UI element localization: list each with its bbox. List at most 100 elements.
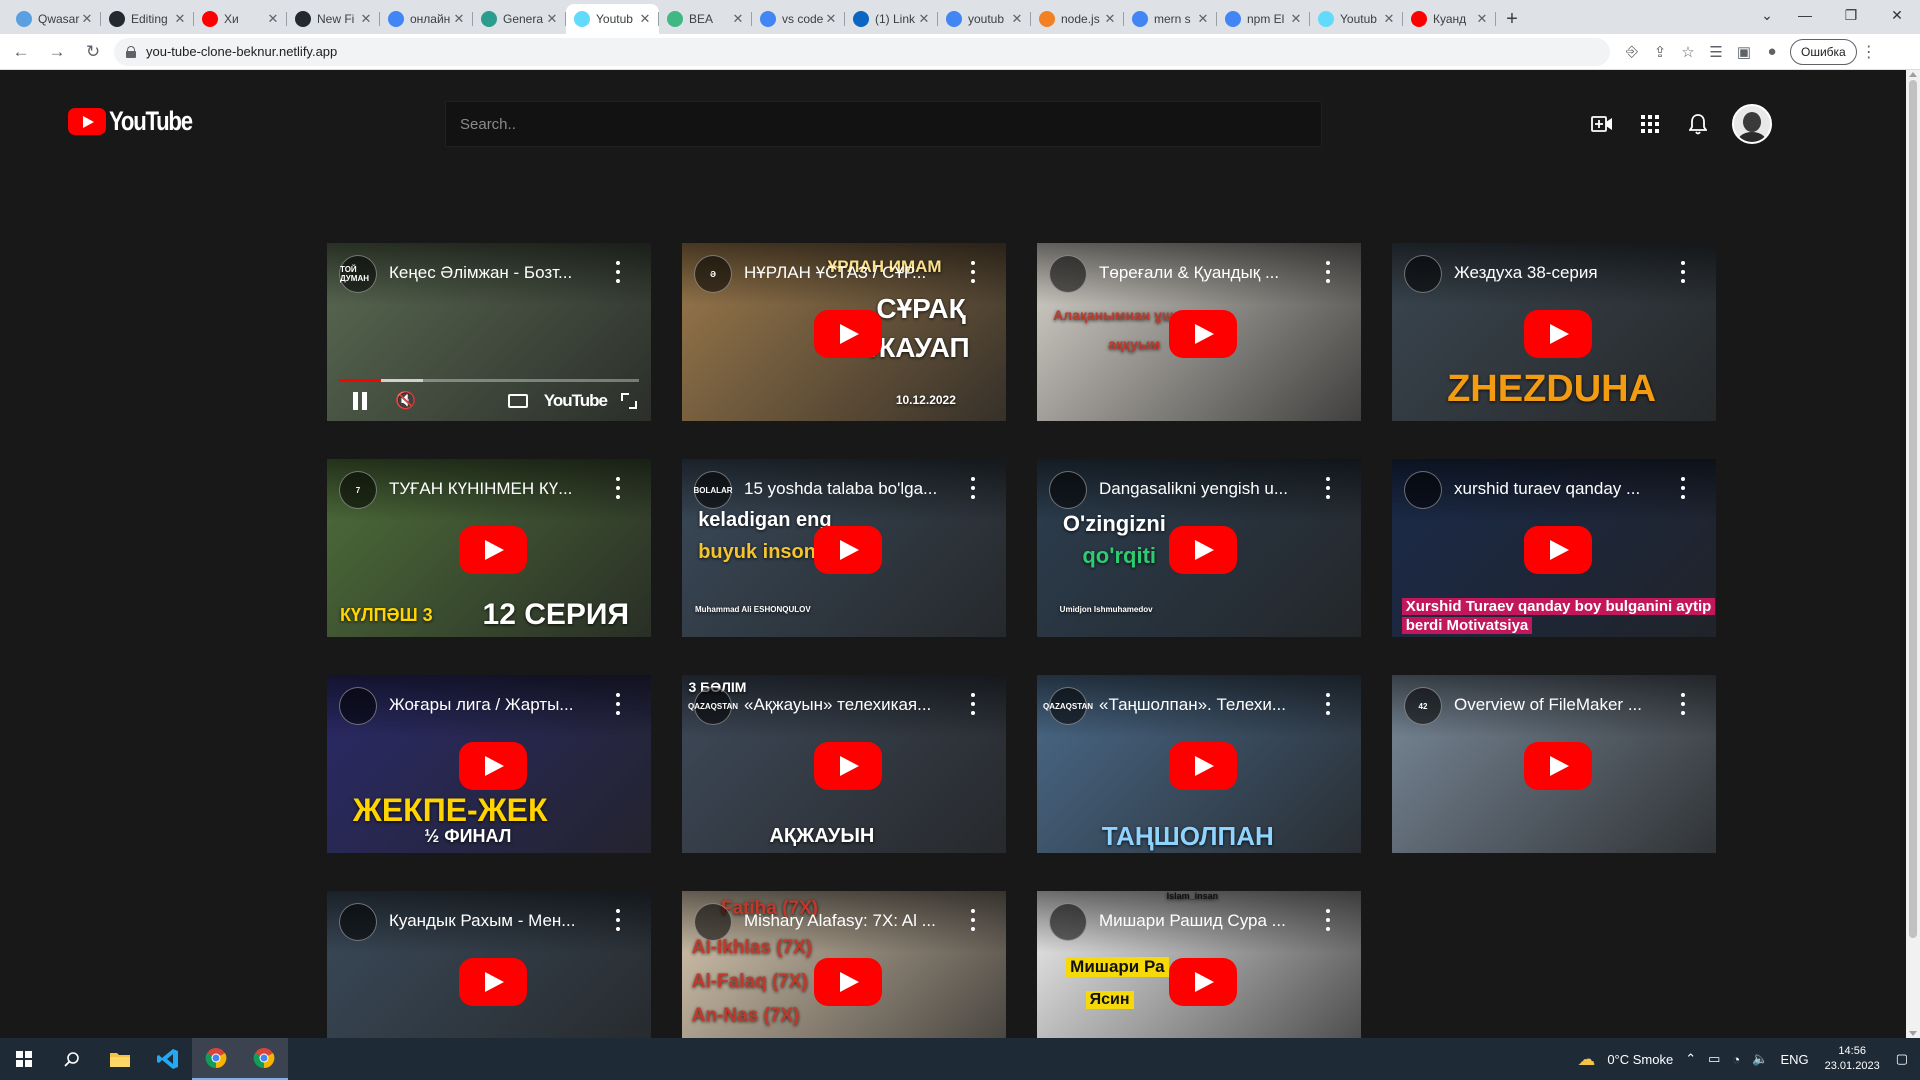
close-tab-icon[interactable]: ✕: [267, 11, 279, 27]
video-title[interactable]: Mishary Alafasy: 7X: Al ...: [744, 911, 954, 931]
more-options-icon[interactable]: [1325, 693, 1331, 715]
channel-avatar[interactable]: QAZAQSTAN: [1043, 687, 1093, 725]
video-title[interactable]: НҰРЛАН ҰСТАЗ / СҰР...: [744, 263, 954, 283]
video-card[interactable]: Xurshid Turaev qanday boy bulganini ayti…: [1392, 459, 1716, 637]
channel-avatar[interactable]: [1404, 471, 1442, 509]
browser-tab[interactable]: онлайн ✕: [380, 4, 473, 34]
play-button-icon[interactable]: [1524, 742, 1592, 790]
address-bar[interactable]: you-tube-clone-beknur.netlify.app: [114, 37, 1610, 66]
video-card[interactable]: 42 Overview of FileMaker ...: [1392, 675, 1716, 853]
play-button-icon[interactable]: [814, 526, 882, 574]
pause-icon[interactable]: [353, 392, 367, 410]
play-button-icon[interactable]: [459, 958, 527, 1006]
scroll-down-arrow-icon[interactable]: [1909, 1031, 1917, 1036]
browser-tab[interactable]: Editing ✕: [101, 4, 194, 34]
apps-grid-icon[interactable]: [1628, 102, 1672, 146]
more-options-icon[interactable]: [615, 477, 621, 499]
new-tab-button[interactable]: +: [1496, 4, 1528, 34]
subtitles-icon[interactable]: [507, 394, 528, 408]
file-explorer-icon[interactable]: [96, 1038, 144, 1080]
video-title[interactable]: Dangasalikni yengish u...: [1099, 479, 1309, 499]
video-title[interactable]: Жездуха 38-серия: [1454, 263, 1664, 283]
close-tab-icon[interactable]: ✕: [1476, 11, 1488, 27]
play-button-icon[interactable]: [814, 310, 882, 358]
browser-tab[interactable]: (1) Link ✕: [845, 4, 938, 34]
back-icon[interactable]: ←: [6, 37, 36, 67]
video-card[interactable]: Мишари Ра Ясин Islam_insan Мишари Рашид Сур…: [1037, 891, 1361, 1038]
video-card[interactable]: ЖЕКПЕ-ЖЕК ½ ФИНАЛ Жоғары лига / Жарты...: [327, 675, 651, 853]
lock-icon[interactable]: [126, 45, 136, 58]
close-tab-icon[interactable]: ✕: [174, 11, 186, 27]
search-input[interactable]: [445, 101, 1322, 147]
more-options-icon[interactable]: [970, 477, 976, 499]
create-video-icon[interactable]: [1580, 102, 1624, 146]
video-card[interactable]: ТАҢШОЛПАН QAZAQSTAN «Таңшолпан». Телехи...: [1037, 675, 1361, 853]
page-scrollbar[interactable]: [1906, 70, 1920, 1038]
video-card[interactable]: keladigan eng buyuk inson Muhammad Ali ESH…: [682, 459, 1006, 637]
channel-avatar[interactable]: 7: [339, 471, 377, 509]
video-card[interactable]: Алақанымнан ұшқан аққуым Төреғали & Қуанды…: [1037, 243, 1361, 421]
close-tab-icon[interactable]: ✕: [732, 11, 744, 27]
tray-overflow-icon[interactable]: ⌃: [1685, 1051, 1696, 1067]
play-button-icon[interactable]: [1524, 310, 1592, 358]
video-card[interactable]: ҰРЛАН ИМАМ СҰРАҚ ЖАУАП 10.12.2022 Ə НҰРЛАН ҰС…: [682, 243, 1006, 421]
notification-center-icon[interactable]: ▢: [1896, 1051, 1908, 1067]
browser-tab[interactable]: Youtub ✕: [566, 4, 659, 34]
close-tab-icon[interactable]: ✕: [1011, 11, 1023, 27]
restore-icon[interactable]: ❐: [1828, 0, 1874, 30]
weather-icon[interactable]: ☁: [1577, 1049, 1595, 1070]
video-title[interactable]: 15 yoshda talaba bo'lga...: [744, 479, 954, 499]
video-card[interactable]: 3 БӨЛІМ АҚЖАУЫН QAZAQSTAN «Ақжауын» телехик…: [682, 675, 1006, 853]
browser-tab[interactable]: ВЕА ✕: [659, 4, 752, 34]
vscode-icon[interactable]: [144, 1038, 192, 1080]
play-button-icon[interactable]: [1169, 958, 1237, 1006]
video-title[interactable]: «Таңшолпан». Телехи...: [1099, 695, 1309, 715]
more-options-icon[interactable]: [1680, 261, 1686, 283]
channel-avatar[interactable]: [339, 687, 377, 725]
more-options-icon[interactable]: [970, 261, 976, 283]
close-tab-icon[interactable]: ✕: [1197, 11, 1209, 27]
more-options-icon[interactable]: [615, 693, 621, 715]
update-error-button[interactable]: Ошибка: [1790, 38, 1857, 65]
windows-start-icon[interactable]: [0, 1038, 48, 1080]
browser-menu-icon[interactable]: ⋮: [1857, 42, 1881, 62]
browser-tab[interactable]: vs code ✕: [752, 4, 845, 34]
close-tab-icon[interactable]: ✕: [1383, 11, 1395, 27]
more-options-icon[interactable]: [1325, 261, 1331, 283]
video-card[interactable]: МЕН ҚАЗАҚПЫНКуандык Рахым - Мен...: [327, 891, 651, 1038]
close-tab-icon[interactable]: ✕: [360, 11, 372, 27]
channel-avatar[interactable]: [1049, 903, 1087, 941]
play-button-icon[interactable]: [1169, 742, 1237, 790]
video-title[interactable]: xurshid turaev qanday ...: [1454, 479, 1664, 499]
channel-avatar[interactable]: 42: [1404, 687, 1442, 725]
video-title[interactable]: «Ақжауын» телехикая...: [744, 695, 954, 715]
channel-avatar[interactable]: ТОЙ ДУМАН: [339, 255, 377, 293]
forward-icon[interactable]: →: [42, 37, 72, 67]
close-tab-icon[interactable]: ✕: [1290, 11, 1302, 27]
video-card[interactable]: 12 СЕРИЯ КҮЛПӘШ 3 7 ТУҒАН КҮНІНМЕН КҮ...: [327, 459, 651, 637]
scroll-up-arrow-icon[interactable]: [1909, 72, 1917, 77]
more-options-icon[interactable]: [970, 909, 976, 931]
video-card[interactable]: ZHEZDUHA Жездуха 38-серия: [1392, 243, 1716, 421]
video-title[interactable]: Кеңес Әлімжан - Бозт...: [389, 263, 599, 283]
translate-icon[interactable]: ⎆: [1618, 38, 1646, 66]
close-tab-icon[interactable]: ✕: [453, 11, 465, 27]
browser-tab[interactable]: New Fi ✕: [287, 4, 380, 34]
video-title[interactable]: Төреғали & Қуандық ...: [1099, 263, 1309, 283]
profile-icon[interactable]: ●: [1758, 38, 1786, 66]
youtube-logo[interactable]: YouTube: [68, 106, 210, 137]
youtube-wordmark[interactable]: YouTube: [544, 391, 608, 411]
video-title[interactable]: Куандык Рахым - Мен...: [389, 911, 599, 931]
video-card[interactable]: O'zingizni qo'rqiti Umidjon Ishmuhamedov Da…: [1037, 459, 1361, 637]
video-card[interactable]: ТОЙ ДУМАН Кеңес Әлімжан - Бозт... 🔇 YouTube: [327, 243, 651, 421]
progress-bar[interactable]: [339, 379, 639, 382]
close-tab-icon[interactable]: ✕: [639, 11, 651, 27]
wifi-icon[interactable]: ◔: [1732, 1052, 1740, 1067]
browser-tab[interactable]: Хи ✕: [194, 4, 287, 34]
browser-tab[interactable]: Genera ✕: [473, 4, 566, 34]
play-button-icon[interactable]: [459, 742, 527, 790]
close-tab-icon[interactable]: ✕: [81, 11, 93, 27]
browser-tab[interactable]: npm El ✕: [1217, 4, 1310, 34]
tab-search-icon[interactable]: ⌄: [1752, 0, 1782, 30]
side-panel-icon[interactable]: ▣: [1730, 38, 1758, 66]
